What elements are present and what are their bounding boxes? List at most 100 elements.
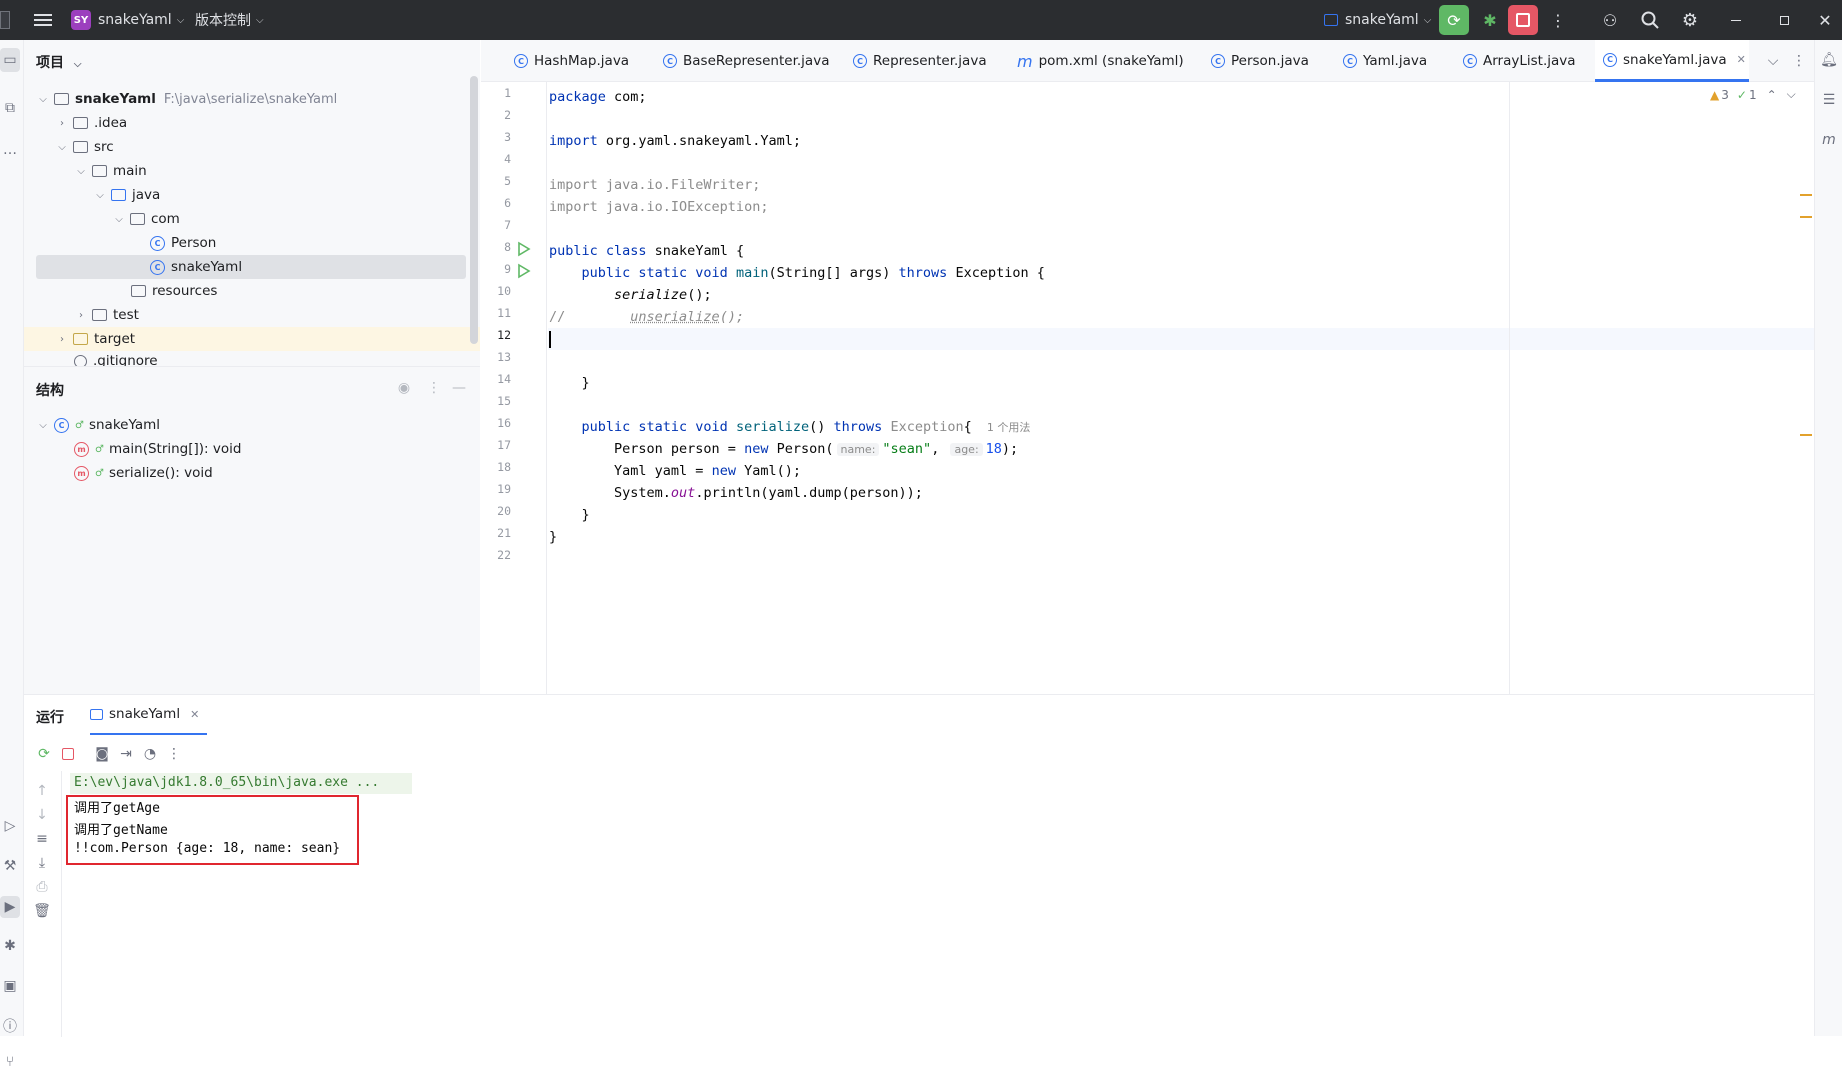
trash-icon[interactable]: 🗑︎	[32, 901, 52, 921]
tree-item-com[interactable]: ⌵ com	[112, 207, 180, 231]
right-margin-guide	[1509, 82, 1510, 694]
code-editor[interactable]: package com; import org.yaml.snakeyaml.Y…	[548, 82, 1814, 694]
line-number: 20	[497, 504, 511, 518]
warning-marker[interactable]	[1800, 216, 1812, 218]
tree-item-gitignore[interactable]: .gitignore	[74, 351, 158, 366]
tree-item-test[interactable]: › test	[74, 303, 139, 327]
more-icon[interactable]: ⋮	[1543, 5, 1573, 35]
minimize-button[interactable]	[1721, 5, 1751, 35]
services-icon[interactable]: ▷	[0, 816, 20, 836]
search-icon[interactable]	[1635, 5, 1665, 35]
close-tab-icon[interactable]: ✕	[190, 708, 199, 721]
notifications-icon[interactable]: 🔔︎	[1819, 50, 1839, 70]
eye-icon[interactable]: ◉	[394, 379, 414, 397]
dashboard-icon[interactable]: ◔	[140, 744, 160, 764]
arrow-down-icon[interactable]: ↓	[32, 805, 52, 825]
close-window-icon[interactable]: ✕	[1810, 5, 1840, 35]
tab-pom[interactable]: m pom.xml (snakeYaml)	[1017, 40, 1184, 82]
app-logo-icon[interactable]	[0, 11, 10, 29]
more-icon[interactable]: ⋮	[424, 379, 444, 397]
soft-wrap-icon[interactable]: ≡	[32, 829, 52, 849]
usage-hint[interactable]: 1 个用法	[983, 421, 1035, 434]
add-user-icon[interactable]: ⚇	[1595, 5, 1625, 35]
inspection-widget[interactable]: ▲ 3 ✓ 1 ⌃ ⌵	[1710, 87, 1796, 102]
debug-button[interactable]: ✱	[1475, 5, 1505, 35]
camera-icon[interactable]: ◙	[92, 744, 112, 764]
run-tab[interactable]: snakeYaml ✕	[90, 695, 208, 735]
tree-item-label: main	[113, 163, 147, 179]
login-icon[interactable]: ⇥	[116, 744, 136, 764]
tab-snakeyaml[interactable]: CsnakeYaml.java ✕	[1595, 40, 1749, 82]
tab-arraylist[interactable]: C ArrayList.java	[1463, 40, 1576, 82]
structure-member[interactable]: m ♂ serialize(): void	[74, 461, 213, 485]
structure-panel-title: 结构	[36, 383, 64, 399]
terminal-icon[interactable]: ▣	[0, 976, 20, 996]
git-icon[interactable]: ⑂	[0, 1052, 20, 1072]
scroll-to-end-icon[interactable]: ⤓	[32, 853, 52, 873]
run-config-selector[interactable]: snakeYaml ⌵	[1324, 0, 1431, 40]
tree-item-main[interactable]: ⌵ main	[74, 159, 147, 183]
tree-item-java[interactable]: ⌵ java	[93, 183, 160, 207]
tab-representer[interactable]: C Representer.java	[853, 40, 987, 82]
folder-icon	[73, 117, 88, 129]
debug-tool-icon[interactable]: ✱	[0, 936, 20, 956]
project-tool-icon[interactable]: ▭	[0, 48, 20, 72]
tab-label: snakeYaml.java	[1623, 51, 1727, 68]
rerun-icon: ⟳	[1447, 10, 1461, 30]
more-icon[interactable]: ⋮	[1789, 52, 1809, 70]
database-icon[interactable]: ☰	[1819, 90, 1839, 110]
tree-item-resources[interactable]: resources	[131, 279, 217, 303]
code-line: public static void serialize() throws Ex…	[549, 416, 1037, 438]
print-icon[interactable]: ⎙	[32, 877, 52, 897]
line-number: 3	[504, 130, 511, 144]
more-icon[interactable]: ⋮	[164, 744, 184, 764]
tree-item-snakeyaml[interactable]: C snakeYaml	[150, 255, 242, 279]
command-line: E:\ev\java\jdk1.8.0_65\bin\java.exe ...	[74, 775, 380, 790]
main-menu-icon[interactable]	[28, 5, 58, 35]
warning-marker[interactable]	[1800, 194, 1812, 196]
run-main-gutter-icon[interactable]	[517, 263, 531, 283]
project-panel-title[interactable]: 项目 ⌵	[36, 52, 81, 72]
restore-button[interactable]	[1769, 5, 1799, 35]
run-panel-title: 运行	[36, 710, 64, 726]
tree-item-idea[interactable]: › .idea	[55, 111, 127, 135]
tab-baserepresenter[interactable]: C BaseRepresenter.java	[663, 40, 829, 82]
project-selector[interactable]: SY snakeYaml ⌵	[71, 0, 184, 40]
project-scrollbar[interactable]	[470, 76, 478, 344]
problems-icon[interactable]: ⓘ	[0, 1016, 20, 1036]
tab-hashmap[interactable]: C HashMap.java	[514, 40, 629, 82]
run-class-gutter-icon[interactable]	[517, 241, 531, 261]
line-number: 8	[504, 240, 511, 254]
tab-person[interactable]: C Person.java	[1211, 40, 1309, 82]
chevron-down-icon[interactable]: ⌵	[1787, 87, 1796, 102]
more-tools-icon[interactable]: …	[0, 140, 20, 160]
hide-panel-icon[interactable]: —	[449, 379, 469, 397]
tab-yaml[interactable]: C Yaml.java	[1343, 40, 1427, 82]
build-icon[interactable]: ⚒	[0, 856, 20, 876]
stop-icon[interactable]	[58, 744, 78, 764]
arrow-up-icon[interactable]: ↑	[32, 781, 52, 801]
close-tab-icon[interactable]: ✕	[1737, 53, 1746, 66]
tree-item-label: snakeYaml	[171, 259, 243, 275]
warning-marker[interactable]	[1800, 434, 1812, 436]
ignore-file-icon	[74, 355, 87, 366]
run-tool-icon[interactable]: ▶	[0, 896, 20, 918]
stop-button[interactable]	[1508, 5, 1538, 35]
settings-gear-icon[interactable]: ⚙	[1675, 5, 1705, 35]
chevron-up-icon[interactable]: ⌃	[1767, 88, 1777, 102]
maven-icon[interactable]: m	[1819, 130, 1839, 150]
structure-member[interactable]: m ♂ main(String[]): void	[74, 437, 241, 461]
folder-icon	[92, 309, 107, 321]
tree-item-target[interactable]: › target	[55, 327, 135, 351]
tree-item-src[interactable]: ⌵ src	[55, 135, 114, 159]
rerun-icon[interactable]: ⟳	[34, 744, 54, 764]
tree-root[interactable]: ⌵ snakeYaml F:\java\serialize\snakeYaml	[36, 87, 337, 111]
tab-list-chevron-icon[interactable]: ⌵	[1763, 52, 1783, 70]
structure-class[interactable]: ⌵ C ♂ snakeYaml	[36, 413, 160, 437]
tree-item-person[interactable]: C Person	[150, 231, 216, 255]
output-highlight-box	[66, 795, 359, 865]
rerun-button[interactable]: ⟳	[1439, 5, 1469, 35]
structure-tool-icon[interactable]: ⧉	[0, 96, 20, 120]
vcs-menu[interactable]: 版本控制 ⌵	[195, 0, 264, 40]
code-line: Yaml yaml = new Yaml();	[549, 463, 801, 479]
